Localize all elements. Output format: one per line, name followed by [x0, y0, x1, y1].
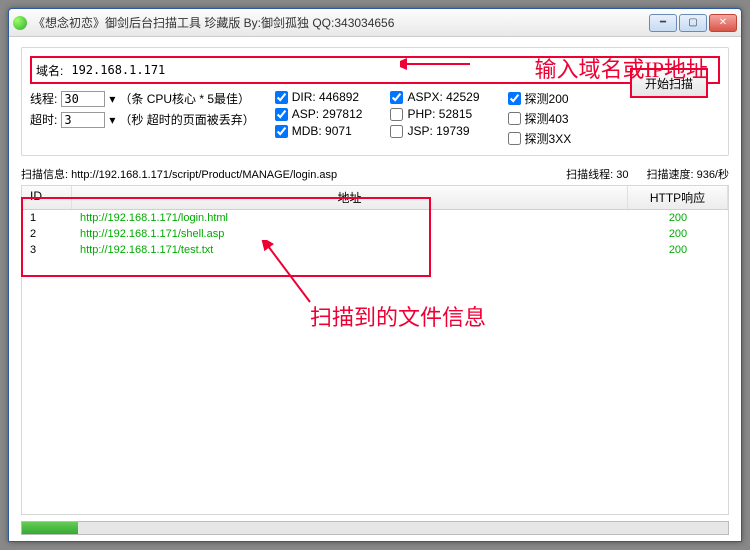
scan-info-label: 扫描信息: [21, 169, 68, 181]
col-id[interactable]: ID [22, 186, 72, 209]
checkbox-input[interactable] [275, 91, 288, 104]
close-button[interactable]: ✕ [709, 14, 737, 32]
cell-id: 1 [22, 211, 72, 225]
threads-hint: （条 CPU核心 * 5最佳） [119, 90, 250, 107]
checkbox-探测3xx[interactable]: 探测3XX [508, 130, 572, 147]
cell-resp: 200 [628, 227, 728, 241]
threads-label: 线程: [30, 90, 57, 107]
options-row: 线程: ▾ （条 CPU核心 * 5最佳） 超时: ▾ （秒 超时的页面被丢弃）… [30, 90, 720, 147]
checkbox-input[interactable] [390, 108, 403, 121]
cell-url: http://192.168.1.171/shell.asp [72, 227, 628, 241]
results-table: ID 地址 HTTP响应 1http://192.168.1.171/login… [21, 185, 729, 515]
checkbox-dir[interactable]: DIR: 446892 [275, 90, 363, 104]
cell-url: http://192.168.1.171/test.txt [72, 243, 628, 257]
timeout-dropdown[interactable] [61, 112, 105, 128]
timeout-hint: （秒 超时的页面被丢弃） [119, 111, 254, 128]
checkbox-探测200[interactable]: 探测200 [508, 90, 572, 107]
scan-speed-value: 936/秒 [697, 169, 729, 181]
checkbox-columns: DIR: 446892 ASP: 297812 MDB: 9071 ASPX: … [275, 90, 571, 147]
cell-resp: 200 [628, 243, 728, 257]
cell-id: 2 [22, 227, 72, 241]
col-resp[interactable]: HTTP响应 [628, 186, 728, 209]
checkbox-input[interactable] [508, 92, 521, 105]
window-title: 《想念初恋》御剑后台扫描工具 珍藏版 By:御剑孤独 QQ:343034656 [33, 14, 649, 31]
checkbox-aspx[interactable]: ASPX: 42529 [390, 90, 479, 104]
table-row[interactable]: 3http://192.168.1.171/test.txt200 [22, 242, 728, 258]
checkbox-input[interactable] [508, 112, 521, 125]
start-scan-button[interactable]: 开始扫描 [630, 68, 708, 98]
scan-threads-label: 扫描线程: [566, 169, 613, 181]
checkbox-mdb[interactable]: MDB: 9071 [275, 124, 363, 138]
scan-info-value: http://192.168.1.171/script/Product/MANA… [71, 169, 337, 181]
cell-url: http://192.168.1.171/login.html [72, 211, 628, 225]
checkbox-input[interactable] [390, 125, 403, 138]
status-row: 扫描信息: http://192.168.1.171/script/Produc… [21, 166, 729, 182]
client-area: 域名: 线程: ▾ （条 CPU核心 * 5最佳） 超时: ▾ （秒 超时的页面… [9, 37, 741, 541]
app-icon [13, 16, 27, 30]
threads-dropdown[interactable] [61, 91, 105, 107]
app-window: 《想念初恋》御剑后台扫描工具 珍藏版 By:御剑孤独 QQ:343034656 … [8, 8, 742, 542]
options-group: 域名: 线程: ▾ （条 CPU核心 * 5最佳） 超时: ▾ （秒 超时的页面… [21, 47, 729, 156]
checkbox-input[interactable] [508, 132, 521, 145]
domain-input[interactable] [69, 61, 714, 79]
timeout-label: 超时: [30, 111, 57, 128]
checkbox-input[interactable] [275, 125, 288, 138]
col-url[interactable]: 地址 [72, 186, 628, 209]
checkbox-php[interactable]: PHP: 52815 [390, 107, 479, 121]
checkbox-input[interactable] [390, 91, 403, 104]
progress-bar [21, 521, 729, 535]
checkbox-input[interactable] [275, 108, 288, 121]
minimize-button[interactable]: ━ [649, 14, 677, 32]
dropdown-icon[interactable]: ▾ [109, 113, 115, 127]
window-controls: ━ ▢ ✕ [649, 14, 737, 32]
scan-threads-value: 30 [616, 169, 628, 181]
scan-speed-label: 扫描速度: [646, 169, 693, 181]
cell-resp: 200 [628, 211, 728, 225]
checkbox-asp[interactable]: ASP: 297812 [275, 107, 363, 121]
table-row[interactable]: 2http://192.168.1.171/shell.asp200 [22, 226, 728, 242]
domain-row: 域名: [30, 56, 720, 84]
maximize-button[interactable]: ▢ [679, 14, 707, 32]
progress-fill [22, 522, 78, 534]
domain-label: 域名: [36, 62, 63, 79]
table-row[interactable]: 1http://192.168.1.171/login.html200 [22, 210, 728, 226]
checkbox-探测403[interactable]: 探测403 [508, 110, 572, 127]
dropdown-icon[interactable]: ▾ [109, 92, 115, 106]
cell-id: 3 [22, 243, 72, 257]
titlebar[interactable]: 《想念初恋》御剑后台扫描工具 珍藏版 By:御剑孤独 QQ:343034656 … [9, 9, 741, 37]
checkbox-jsp[interactable]: JSP: 19739 [390, 124, 479, 138]
